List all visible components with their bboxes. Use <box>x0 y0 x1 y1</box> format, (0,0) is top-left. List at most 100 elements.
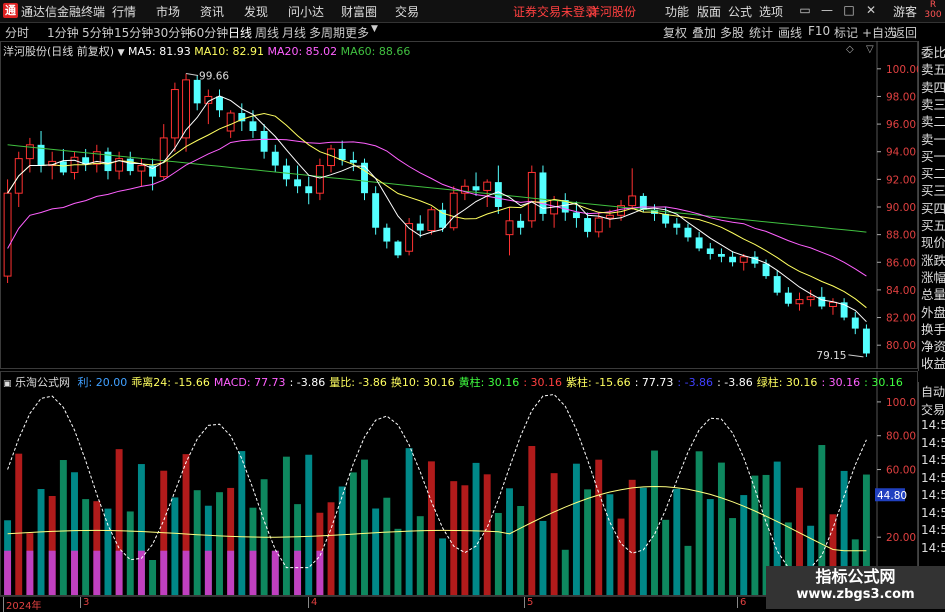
quote-label: 收益 <box>921 356 945 372</box>
menu-hangqing[interactable]: 行情 <box>112 3 136 20</box>
sub-axis-label: 80.00 <box>886 431 916 443</box>
period-weekly[interactable]: 周线 <box>255 24 279 41</box>
period-15min[interactable]: 15分钟 <box>114 24 153 41</box>
quote-label: 买二 <box>921 166 945 182</box>
period-fenshi[interactable]: 分时 <box>5 24 29 41</box>
candle-body <box>706 248 714 254</box>
sub-axis-label: 44.80 <box>877 490 907 502</box>
indicator-bar <box>394 528 402 595</box>
window-icon[interactable]: ▭ <box>796 2 814 19</box>
indicator-bar <box>673 488 681 595</box>
candle-body <box>315 165 324 194</box>
indicator-bar <box>427 461 435 595</box>
tool-tongji[interactable]: 统计 <box>749 24 773 41</box>
purple-bar <box>160 550 168 595</box>
more-dropdown-icon[interactable]: ▼ <box>371 24 378 34</box>
purple-bar <box>227 550 235 595</box>
trade-label[interactable]: 自动 <box>921 383 945 400</box>
indicator-chart[interactable]: 100.0 80.00 60.00 44.80 20.00 <box>0 371 945 596</box>
period-multi[interactable]: 多周期 <box>309 24 345 41</box>
indicator-bar <box>15 453 23 595</box>
ma20-line <box>7 138 867 277</box>
menu-xuanxiang[interactable]: 选项 <box>759 3 783 20</box>
date-axis-label: 5 <box>524 597 533 608</box>
main-chart-frame <box>0 41 918 369</box>
tool-huaxian[interactable]: 画线 <box>778 24 802 41</box>
candle-body <box>594 217 603 233</box>
tool-biaoji[interactable]: 标记 <box>834 24 858 41</box>
trade-label: 14:56 <box>921 488 945 502</box>
purple-bar <box>93 550 101 595</box>
info-dropdown-icon[interactable]: ▼ <box>118 48 125 58</box>
quote-label: 卖二 <box>921 114 945 130</box>
menu-faxian[interactable]: 发现 <box>244 3 268 20</box>
period-1min[interactable]: 1分钟 <box>47 24 79 41</box>
indicator-values: 利: 20.00 乖离24: -15.66 MACD: 77.73: -3.86 量比… <box>74 376 903 389</box>
purple-bar <box>48 550 56 595</box>
menu-gongneng[interactable]: 功能 <box>665 3 689 20</box>
sub-axis-label: 20.00 <box>886 532 916 544</box>
period-daily[interactable]: 日线 <box>228 24 252 41</box>
sub-axis-label: 60.00 <box>886 465 916 477</box>
indicator-item: : -3.86 <box>717 376 753 389</box>
period-more[interactable]: 更多 <box>345 24 369 41</box>
guest-label[interactable]: 游客 <box>893 3 917 20</box>
menu-shichang[interactable]: 市场 <box>156 3 180 20</box>
menu-gongshi[interactable]: 公式 <box>728 3 752 20</box>
menu-wenxiaoda[interactable]: 问小达 <box>288 3 324 20</box>
period-60min[interactable]: 60分钟 <box>189 24 228 41</box>
menu-caifuquan[interactable]: 财富圈 <box>341 3 377 20</box>
indicator-bar <box>282 456 290 595</box>
tool-duogu[interactable]: 多股 <box>720 24 744 41</box>
indicator-item: 换10: 30.16 <box>390 376 455 389</box>
trade-label: 14:56 <box>921 418 945 432</box>
expand-icon[interactable]: ▣ <box>3 379 12 389</box>
purple-bar <box>71 550 78 595</box>
tool-diejia[interactable]: 叠加 <box>692 24 716 41</box>
tool-back[interactable]: 返回 <box>893 24 917 41</box>
indicator-item: 利: 20.00 <box>77 376 128 389</box>
candle-body <box>717 253 725 257</box>
candle-body <box>271 151 279 166</box>
kline-chart[interactable]: 100.0098.0096.0094.0092.0090.0088.0086.0… <box>0 41 945 369</box>
indicator-item: : -3.86 <box>677 376 714 389</box>
price-axis-label: 84.00 <box>886 285 916 297</box>
indicator-item: : 30.16 <box>864 376 903 389</box>
close-icon[interactable]: ✕ <box>862 2 880 19</box>
tool-f10[interactable]: F10 <box>808 24 830 38</box>
candle-body <box>327 148 335 167</box>
minimize-icon[interactable]: — <box>818 2 836 19</box>
purple-bar <box>294 550 302 595</box>
indicator-item: : -3.86 <box>289 376 326 389</box>
indicator-bar <box>82 499 90 595</box>
quote-label: 总量 <box>921 287 945 303</box>
period-monthly[interactable]: 月线 <box>282 24 306 41</box>
trade-label[interactable]: 交易 <box>921 401 945 418</box>
candle-body <box>829 301 837 307</box>
indicator-yellow-line <box>7 485 867 552</box>
indicator-bar <box>238 451 246 595</box>
trade-label: 14:56 <box>921 523 945 537</box>
purple-bar <box>4 550 12 595</box>
menu-banmian[interactable]: 版面 <box>697 3 721 20</box>
maximize-icon[interactable]: □ <box>840 2 858 19</box>
candle-body <box>628 195 637 207</box>
candle-body <box>416 223 424 231</box>
purple-bar <box>182 550 190 595</box>
menu-jiaoyi[interactable]: 交易 <box>395 3 419 20</box>
login-status[interactable]: 证券交易未登录 <box>513 3 597 20</box>
tool-fuquan[interactable]: 复权 <box>663 24 687 41</box>
ma60-value: MA60: 88.66 <box>340 45 411 58</box>
indicator-bar <box>617 518 625 595</box>
tool-add-watchlist[interactable]: +自选 <box>862 24 896 41</box>
period-30min[interactable]: 30分钟 <box>153 24 192 41</box>
purple-bar <box>271 550 279 595</box>
period-5min[interactable]: 5分钟 <box>82 24 114 41</box>
indicator-item: 绿柱: 30.16 <box>756 376 818 389</box>
chart-settings-icon: ◇ <box>846 44 854 55</box>
trade-panel: 自动交易14:5614:5614:5614:5614:5614:5614:561… <box>918 382 945 597</box>
quote-panel: 委比 卖五 卖四 卖三 卖二 卖一 买一 买二 买三 买四 买五 现价 涨跌 涨幅 总量 外盘 换手 净资 收益 <box>918 41 945 371</box>
candle-body <box>216 96 223 111</box>
menu-zixun[interactable]: 资讯 <box>200 3 224 20</box>
date-axis-label: 3 <box>80 597 89 608</box>
